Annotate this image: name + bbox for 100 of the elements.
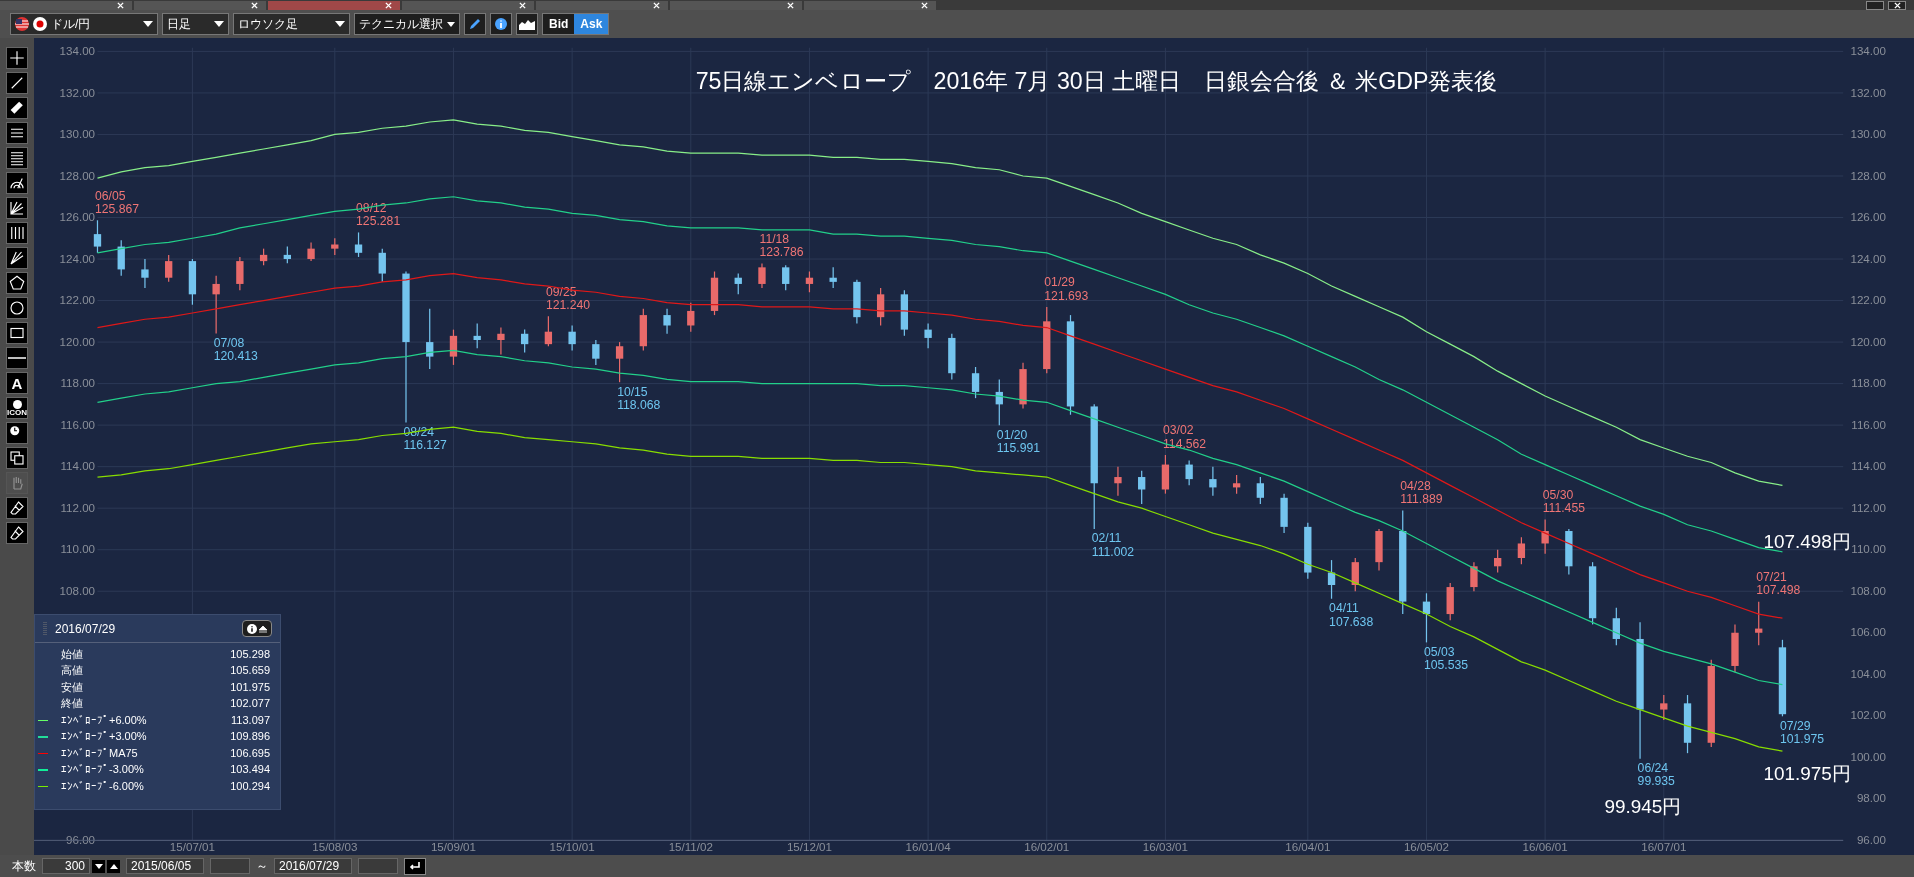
pentagon-icon	[8, 274, 26, 292]
candlestick	[1232, 474, 1241, 495]
info-label: ｴﾝﾍﾞﾛｰﾌﾟ+6.00%	[61, 714, 148, 726]
return-button[interactable]	[404, 857, 426, 875]
drawing-tool-button[interactable]	[6, 497, 28, 519]
start-time-field[interactable]	[210, 858, 250, 874]
y-axis-label: 114.00	[60, 460, 96, 473]
end-time-field[interactable]	[358, 858, 398, 874]
drawing-tool-button[interactable]	[6, 422, 28, 444]
drawing-tool-button[interactable]	[6, 47, 28, 69]
end-date-field[interactable]: 2016/07/29	[274, 858, 352, 874]
period-dropdown[interactable]: 日足	[162, 13, 229, 35]
close-icon	[117, 2, 124, 9]
candlestick	[1731, 623, 1739, 673]
candlestick	[378, 248, 386, 283]
candlestick	[165, 254, 173, 283]
candlestick	[93, 219, 102, 254]
y-axis-label: 128.00	[1850, 169, 1886, 182]
y-axis-label: 108.00	[1850, 584, 1886, 597]
y-axis-label: 118.00	[1851, 377, 1886, 390]
candlestick	[1588, 561, 1597, 626]
candlestick	[1114, 466, 1122, 497]
candlestick	[734, 272, 742, 295]
candlestick	[592, 339, 600, 366]
price-label: 99.945円	[1604, 796, 1682, 818]
y-axis-label: 110.00	[1851, 543, 1886, 556]
drag-handle-icon[interactable]	[43, 621, 47, 636]
candlestick	[853, 279, 861, 324]
y-axis-label: 110.00	[60, 543, 96, 556]
candlestick	[1683, 694, 1692, 754]
drawing-tool-button[interactable]: ICON	[6, 397, 28, 419]
info-value: 113.097	[231, 714, 270, 726]
start-date-field[interactable]: 2015/06/05	[126, 858, 204, 874]
candlestick	[1209, 466, 1217, 497]
drawing-tool-button[interactable]	[6, 322, 28, 344]
pencil-icon	[468, 17, 482, 31]
close-icon	[787, 2, 794, 9]
candlestick	[948, 333, 956, 381]
vertical-lines-icon	[8, 224, 26, 242]
candlestick	[876, 287, 885, 327]
caret-icon	[335, 21, 345, 27]
fan-icon	[8, 199, 26, 217]
info-label: 安値	[61, 681, 84, 693]
drawing-tool-button[interactable]	[6, 272, 28, 294]
drawing-tool-button[interactable]	[6, 172, 28, 194]
drawing-tool-button[interactable]	[6, 72, 28, 94]
drawing-tool-button[interactable]	[6, 522, 28, 544]
drawing-tool-button[interactable]	[6, 222, 28, 244]
chart-type-dropdown[interactable]: ロウソク足	[233, 13, 350, 35]
caret-icon	[447, 21, 455, 27]
decrease-button[interactable]	[92, 859, 105, 873]
area-chart-button[interactable]	[516, 13, 538, 35]
low-annotation: 06/24 99.935	[1637, 761, 1675, 789]
horizontal-line-icon	[8, 357, 26, 359]
count-label: 本数	[12, 858, 36, 875]
drawing-tool-button[interactable]: A	[6, 372, 28, 394]
info-toggle-button[interactable]	[242, 620, 272, 637]
high-annotation: 05/30 111.455	[1542, 487, 1585, 516]
candlestick	[117, 239, 125, 277]
y-axis-label: 96.00	[66, 834, 96, 846]
down-arrow-icon	[94, 863, 103, 869]
technical-select-button[interactable]: テクニカル選択	[354, 13, 460, 35]
candlestick	[331, 237, 339, 256]
japan-flag-icon	[33, 17, 47, 31]
y-axis-label: 100.00	[1850, 751, 1886, 763]
info-value: 105.659	[230, 665, 270, 677]
draw-button[interactable]	[464, 13, 486, 35]
caret-icon	[214, 21, 224, 27]
candlestick	[1755, 601, 1763, 646]
crosshair-icon	[8, 49, 26, 67]
y-axis-label: 116.00	[1851, 418, 1886, 431]
y-axis-label: 122.00	[1850, 294, 1886, 307]
candlestick	[1304, 522, 1312, 580]
drawing-tool-button[interactable]	[6, 197, 28, 219]
candlestick	[1422, 592, 1431, 643]
drawing-tool-button[interactable]	[6, 347, 28, 369]
candlestick	[1470, 561, 1478, 592]
drawing-tool-button[interactable]	[6, 447, 28, 469]
drawing-tool-button[interactable]	[6, 122, 28, 144]
candlestick	[1517, 536, 1526, 565]
y-axis-label: 112.00	[60, 501, 96, 514]
restore-button[interactable]	[1866, 1, 1884, 10]
x-axis-label: 16/05/02	[1403, 841, 1449, 854]
candlestick	[829, 266, 837, 289]
count-field[interactable]: 300	[42, 858, 90, 874]
x-axis-label: 16/02/01	[1024, 841, 1070, 854]
x-axis-label: 16/03/01	[1142, 841, 1188, 854]
info-button[interactable]	[490, 13, 512, 35]
increase-button[interactable]	[107, 859, 120, 873]
bid-button[interactable]: Bid	[543, 14, 575, 34]
info-label: 高値	[61, 665, 84, 677]
chart-title: 75日線エンベロープ 2016年 7月 30日 土曜日 日銀会合後 ＆ 米GDP発表後	[695, 68, 1498, 95]
info-value: 101.975	[230, 681, 270, 693]
drawing-tool-button[interactable]	[6, 297, 28, 319]
drawing-tool-button[interactable]	[6, 247, 28, 269]
ask-button[interactable]: Ask	[574, 14, 609, 34]
drawing-tool-button[interactable]	[6, 147, 28, 169]
caret-icon	[143, 21, 153, 27]
currency-pair-dropdown[interactable]: ドル/円	[10, 13, 158, 35]
fan-icon	[8, 249, 26, 267]
